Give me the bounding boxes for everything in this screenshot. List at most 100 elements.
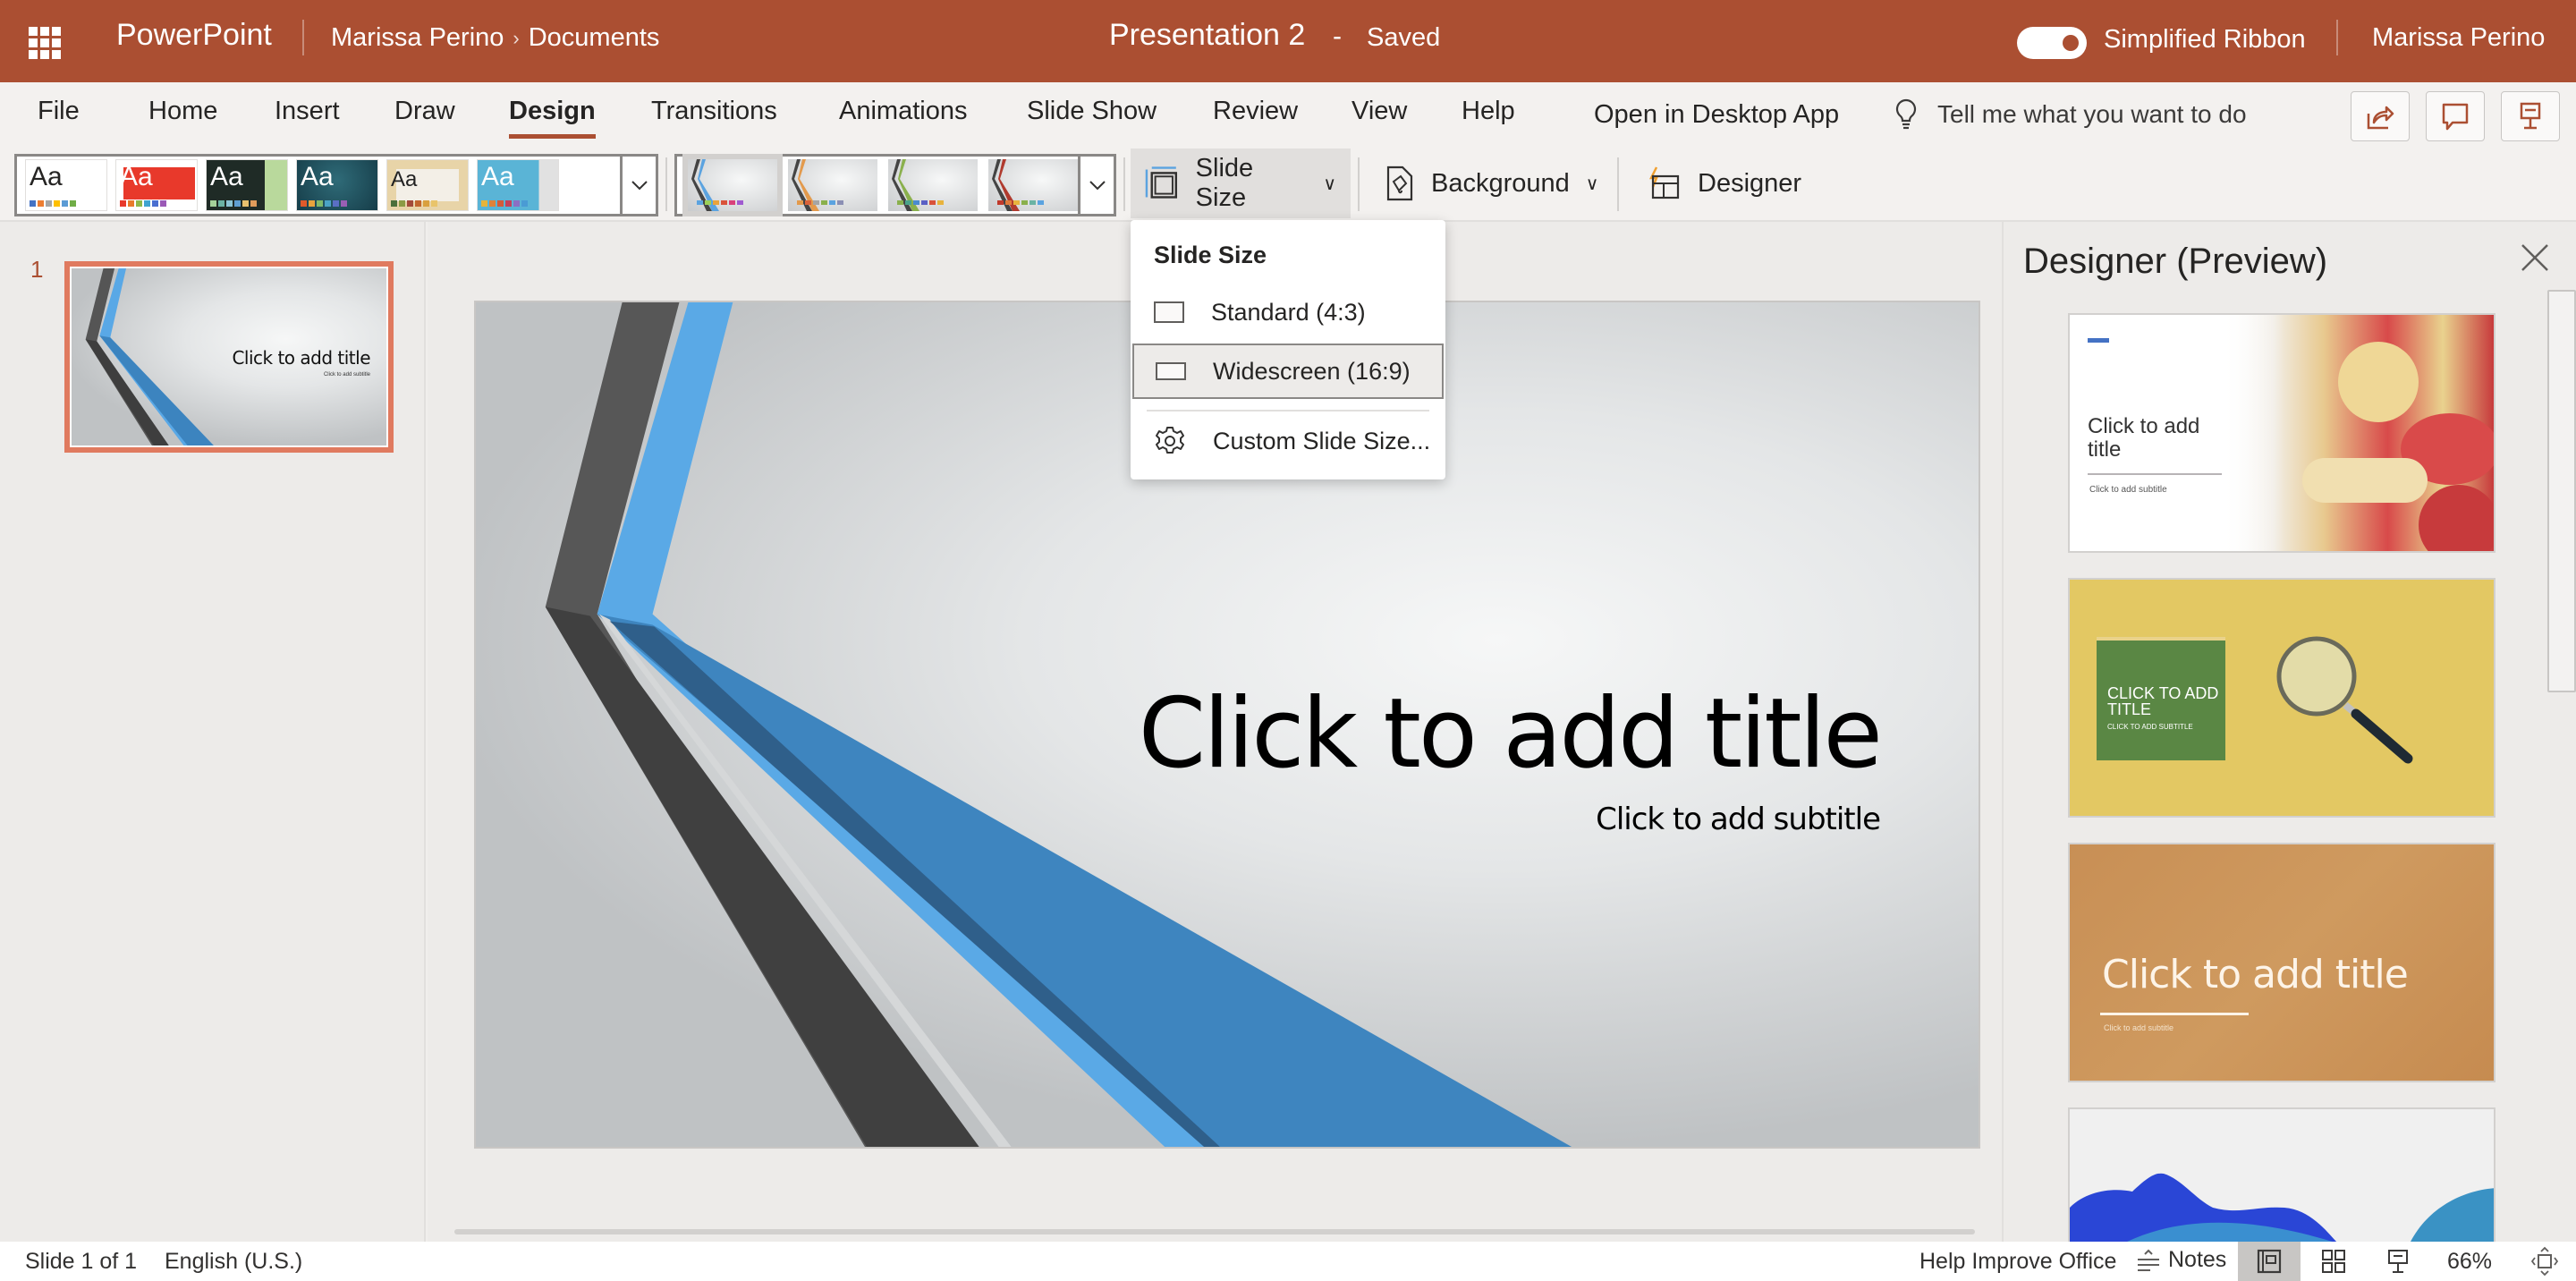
share-button[interactable] [2351,91,2410,141]
design-idea-card[interactable] [2068,1107,2496,1242]
app-launcher-icon[interactable] [29,27,61,59]
swatch [30,200,36,207]
widescreen-ratio-icon [1156,362,1186,380]
app-name[interactable]: PowerPoint [116,18,272,53]
slide-size-label: Slide Size [1195,154,1254,212]
menu-item-custom[interactable]: Custom Slide Size... [1132,413,1444,469]
theme-swatches [391,200,437,207]
design-idea-card[interactable]: Click to add title Click to add subtitle [2068,843,2496,1082]
close-designer-button[interactable] [2515,238,2555,277]
tab-view[interactable]: View [1352,97,1407,126]
swatch [505,200,512,207]
card-subtitle: Click to add subtitle [2104,1023,2174,1032]
variant-preview [892,159,944,211]
decorative-shape [2338,342,2419,422]
breadcrumb: Marissa Perino › Documents [331,23,659,53]
user-account[interactable]: Marissa Perino [2372,23,2545,53]
theme-wood[interactable]: Aa [386,159,469,211]
designer-scrollbar[interactable] [2547,290,2576,692]
divider [1123,157,1125,211]
tab-review[interactable]: Review [1213,97,1298,126]
slide-thumbnail[interactable]: Click to add title Click to add subtitle [64,261,394,453]
themes-more-button[interactable] [620,157,656,214]
swatch [144,200,150,207]
tab-transitions[interactable]: Transitions [651,97,777,126]
tab-animations[interactable]: Animations [839,97,967,126]
tell-me-search[interactable]: Tell me what you want to do [1894,98,2247,131]
variant-green[interactable] [888,159,978,211]
tab-draw[interactable]: Draw [394,97,455,126]
variants-more-button[interactable] [1078,157,1114,214]
share-icon [2367,106,2394,130]
simplified-ribbon-toggle[interactable] [2017,27,2087,59]
background-button[interactable]: Background ∨ [1368,148,1613,218]
design-ribbon: Aa Aa Aa Aa Aa Aa Slide Size ∨ Backgroun… [0,147,2576,222]
theme-teal[interactable]: Aa [296,159,378,211]
wave-image [2070,1173,2494,1242]
theme-swatches [210,200,257,207]
tell-me-placeholder: Tell me what you want to do [1937,100,2247,128]
swatch [120,200,126,207]
slide-title-placeholder[interactable]: Click to add title [1139,678,1883,790]
tab-home[interactable]: Home [148,97,217,126]
language[interactable]: English (U.S.) [165,1249,302,1275]
variant-preview [992,159,1044,211]
tab-help[interactable]: Help [1462,97,1515,126]
slide-size-button[interactable]: Slide Size ∨ [1131,148,1351,218]
normal-view-button[interactable] [2238,1242,2301,1281]
menu-item-label: Widescreen (16:9) [1213,357,1411,385]
variant-blue[interactable] [682,154,783,216]
variants-gallery [674,154,1116,216]
title-separator: - [1333,21,1342,51]
theme-office[interactable]: Aa [25,159,107,211]
breadcrumb-folder[interactable]: Documents [529,23,660,53]
tab-slide-show[interactable]: Slide Show [1027,97,1157,126]
swatch [210,200,216,207]
swatch [128,200,134,207]
close-icon [2521,244,2548,271]
swatch [341,200,347,207]
swatch [333,200,339,207]
card-title: Click to add title [2102,952,2409,997]
tab-file[interactable]: File [38,97,80,126]
swatch [407,200,413,207]
ribbon-tabs: File Home Insert Draw Design Transitions… [0,82,2576,147]
swatch [489,200,496,207]
variant-red[interactable] [988,159,1078,211]
menu-item-widescreen[interactable]: Widescreen (16:9) [1132,344,1444,399]
breadcrumb-owner[interactable]: Marissa Perino [331,23,504,53]
designer-title: Designer (Preview) [2023,242,2328,281]
swatch [325,200,331,207]
design-idea-card[interactable]: CLICK TO ADD TITLE CLICK TO ADD SUBTITLE [2068,578,2496,818]
divider [302,20,304,55]
variant-orange[interactable] [788,159,877,211]
tab-design[interactable]: Design [509,97,596,139]
zoom-level[interactable]: 66% [2447,1249,2492,1275]
theme-dark-green[interactable]: Aa [206,159,288,211]
theme-red[interactable]: Aa [115,159,198,211]
swatch [234,200,241,207]
designer-button[interactable]: Designer [1631,148,1816,218]
slide-subtitle-placeholder[interactable]: Click to add subtitle [1596,802,1881,837]
present-button[interactable] [2501,91,2560,141]
slide-sorter-button[interactable] [2302,1242,2365,1281]
reading-view-button[interactable] [2367,1242,2429,1281]
tab-insert[interactable]: Insert [275,97,340,126]
divider [1617,157,1619,211]
fit-to-window-button[interactable] [2522,1242,2567,1281]
theme-sample-text: Aa [210,162,243,191]
design-idea-card[interactable]: Click to add title Click to add subtitle [2068,313,2496,553]
document-title[interactable]: Presentation 2 [1109,18,1305,53]
themes-gallery: Aa Aa Aa Aa Aa Aa [14,154,658,216]
comments-button[interactable] [2426,91,2485,141]
notes-icon [2138,1249,2159,1271]
theme-sky[interactable]: Aa [477,159,559,211]
horizontal-scrollbar[interactable] [454,1229,1975,1234]
swatch [513,200,520,207]
menu-item-standard[interactable]: Standard (4:3) [1132,284,1444,340]
slideshow-icon [2388,1250,2408,1273]
help-improve-office[interactable]: Help Improve Office [1919,1249,2116,1275]
theme-sample-text: Aa [481,162,514,191]
open-in-desktop-app[interactable]: Open in Desktop App [1594,100,1839,130]
notes-button[interactable]: Notes [2136,1247,2226,1273]
